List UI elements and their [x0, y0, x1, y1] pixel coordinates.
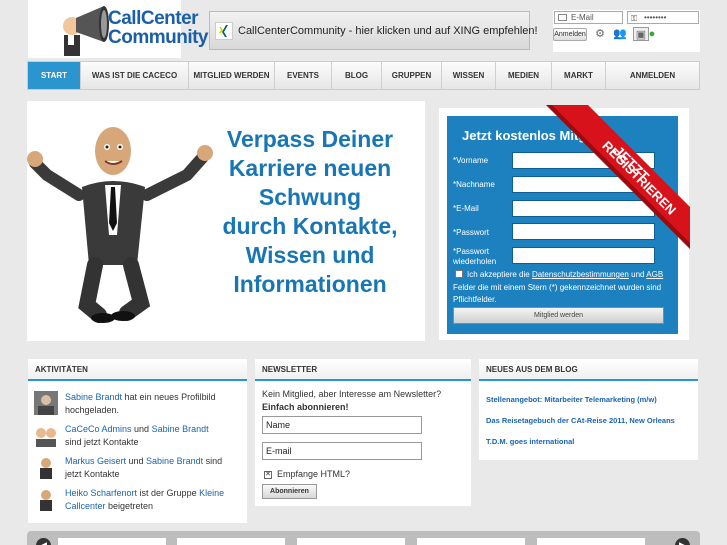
nav-item-start[interactable]: START: [28, 62, 81, 89]
activity-text: ist der Gruppe: [137, 488, 200, 498]
blog-post-link[interactable]: Stellenangebot: Mitarbeiter Telemarketin…: [486, 395, 657, 404]
agb-link[interactable]: AGB: [646, 270, 663, 279]
megaphone-mascot-icon: [63, 6, 109, 56]
xing-recommend-banner[interactable]: CallCenterCommunity - hier klicken und a…: [209, 11, 538, 50]
newsletter-email-field[interactable]: E-mail: [262, 442, 422, 460]
hero-headline: Verpass Deiner Karriere neuen Schwung du…: [222, 126, 398, 297]
label-passwort-wiederholen: *Passwort wiederholen: [453, 247, 497, 266]
carousel-next-arrow[interactable]: ▶: [675, 538, 690, 545]
hero-banner[interactable]: Verpass Deiner Karriere neuen Schwung du…: [27, 101, 425, 341]
nav-item-blog[interactable]: BLOG: [332, 62, 382, 89]
nav-item-anmelden[interactable]: ANMELDEN: [606, 62, 699, 89]
partner-logo-slot[interactable]: [537, 538, 645, 545]
partner-logo-slot[interactable]: [177, 538, 285, 545]
avatar[interactable]: [34, 423, 58, 447]
avatar[interactable]: [34, 487, 58, 511]
partner-logo-slot[interactable]: [297, 538, 405, 545]
mail-icon: [558, 14, 567, 21]
blog-post-link[interactable]: Das Reisetagebuch der CAt-Reise 2011, Ne…: [486, 416, 675, 425]
login-box: E-Mail ⚿ •••••••• Anmelden ⚙ 👥 ▣ ●: [553, 10, 700, 52]
required-fields-note: Felder die mit einem Stern (*) gekennzei…: [453, 283, 662, 304]
ribbon-line2: REGISTRIEREN: [599, 138, 679, 218]
logo-text: CallCenter Community: [108, 8, 209, 48]
partner-logo-slot[interactable]: [417, 538, 525, 545]
nav-item-events[interactable]: EVENTS: [275, 62, 332, 89]
nav-item-wissen[interactable]: WISSEN: [442, 62, 496, 89]
openid-icon[interactable]: ●: [645, 27, 659, 41]
become-member-button[interactable]: Mitglied werden: [453, 307, 664, 324]
xing-banner-text: CallCenterCommunity - hier klicken und a…: [238, 25, 538, 37]
label-email: *E-Mail: [453, 204, 479, 213]
activity-text: und: [131, 424, 152, 434]
login-password-value: ••••••••: [644, 13, 667, 22]
nav-item-gruppen[interactable]: GRUPPEN: [382, 62, 442, 89]
site-logo[interactable]: CallCenter Community: [28, 0, 209, 58]
activity-person-link[interactable]: Sabine Brandt: [152, 424, 209, 434]
blog-post-link[interactable]: T.D.M. goes international: [486, 437, 574, 446]
lost-password-icon[interactable]: ⚙: [593, 27, 607, 41]
activity-person-link[interactable]: CaCeCo Admins: [65, 424, 132, 434]
register-now-ribbon[interactable]: JETZT REGISTRIEREN: [528, 105, 690, 255]
login-email-placeholder: E-Mail: [571, 13, 594, 22]
label-nachname: *Nachname: [453, 180, 495, 189]
html-checkbox-label: Empfange HTML?: [277, 469, 351, 479]
accept-terms-checkbox[interactable]: [455, 270, 463, 278]
newsletter-intro: Kein Mitglied, aber Interesse am Newslet…: [262, 388, 462, 414]
key-icon: ⚿: [631, 14, 638, 23]
main-navigation: START WAS IST DIE CACECO MITGLIED WERDEN…: [27, 61, 700, 90]
nav-item-markt[interactable]: MARKT: [552, 62, 606, 89]
register-user-icon[interactable]: 👥: [613, 27, 627, 41]
activity-person-link[interactable]: Heiko Scharfenort: [65, 488, 137, 498]
activity-text: sind jetzt Kontakte: [65, 437, 139, 447]
xing-icon: [215, 22, 233, 40]
newsletter-cta: Einfach abonnieren!: [262, 402, 349, 412]
avatar[interactable]: [34, 455, 58, 479]
nav-item-was-ist-die-caceco[interactable]: WAS IST DIE CACECO: [81, 62, 189, 89]
ribbon-graphic: JETZT REGISTRIEREN: [546, 105, 690, 249]
login-password-field[interactable]: ⚿ ••••••••: [627, 11, 699, 24]
activity-text: und: [126, 456, 147, 466]
html-checkbox[interactable]: ✕: [264, 471, 272, 479]
subscribe-button[interactable]: Abonnieren: [262, 484, 317, 499]
avatar[interactable]: [34, 391, 58, 415]
blog-title: NEUES AUS DEM BLOG: [479, 359, 698, 381]
partner-carousel: ◀ ▶: [27, 531, 700, 545]
nav-item-mitglied-werden[interactable]: MITGLIED WERDEN: [189, 62, 275, 89]
activity-person-link[interactable]: Sabine Brandt: [65, 392, 122, 402]
label-passwort: *Passwort: [453, 228, 490, 237]
label-vorname: *Vorname: [453, 156, 489, 165]
login-button[interactable]: Anmelden: [553, 28, 587, 41]
activities-title: AKTIVITÄTEN: [28, 359, 247, 381]
partner-logo-slot[interactable]: [58, 538, 166, 545]
jumping-businessman-illustration: [27, 127, 213, 323]
carousel-prev-arrow[interactable]: ◀: [36, 538, 51, 545]
blog-widget: NEUES AUS DEM BLOG Stellenangebot: Mitar…: [479, 359, 698, 460]
activities-widget: AKTIVITÄTEN Sabine Brandt hat ein neues …: [28, 359, 247, 523]
activity-person-link[interactable]: Sabine Brandt: [146, 456, 203, 466]
newsletter-name-field[interactable]: Name: [262, 416, 422, 434]
activity-text: beigetreten: [105, 501, 154, 511]
newsletter-title: NEWSLETTER: [255, 359, 471, 381]
newsletter-widget: NEWSLETTER Kein Mitglied, aber Interesse…: [255, 359, 471, 506]
privacy-link[interactable]: Datenschutzbestimmungen: [532, 270, 629, 279]
accept-terms-label: Ich akzeptiere die Datenschutzbestimmung…: [467, 270, 664, 279]
login-email-field[interactable]: E-Mail: [554, 11, 623, 24]
nav-item-medien[interactable]: MEDIEN: [496, 62, 552, 89]
activity-person-link[interactable]: Markus Geisert: [65, 456, 126, 466]
